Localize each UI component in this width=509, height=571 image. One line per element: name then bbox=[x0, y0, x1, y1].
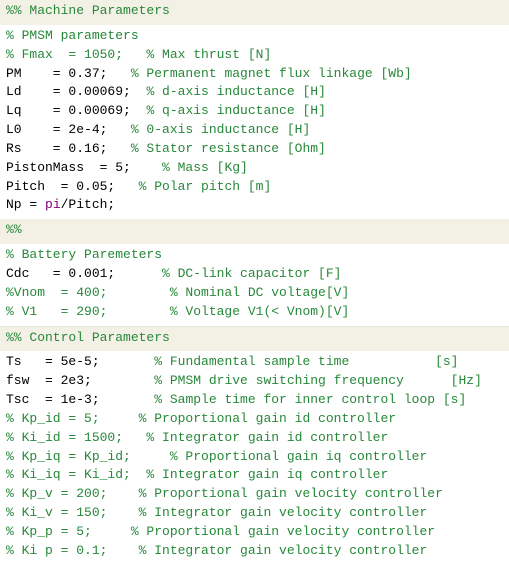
code-line: Ld = 0.00069; % d-axis inductance [H] bbox=[6, 83, 503, 102]
section-body-control: Ts = 5e-5; % Fundamental sample time [s]… bbox=[0, 351, 509, 564]
comment-line: % Ki p = 0.1; % Integrator gain velocity… bbox=[6, 542, 503, 561]
code-span: Rs = 0.16; bbox=[6, 141, 131, 156]
comment-line: % Ki_id = 1500; % Integrator gain id con… bbox=[6, 429, 503, 448]
code-line: Rs = 0.16; % Stator resistance [Ohm] bbox=[6, 140, 503, 159]
comment-span: % Mass [Kg] bbox=[162, 160, 248, 175]
comment-line: % PMSM parameters bbox=[6, 27, 503, 46]
comment-span: % DC-link capacitor [F] bbox=[162, 266, 341, 281]
code-line: Ts = 5e-5; % Fundamental sample time [s] bbox=[6, 353, 503, 372]
code-span: fsw = 2e3; bbox=[6, 373, 154, 388]
code-line: Tsc = 1e-3; % Sample time for inner cont… bbox=[6, 391, 503, 410]
comment-span: % Fundamental sample time [s] bbox=[154, 354, 458, 369]
comment-span: % q-axis inductance [H] bbox=[146, 103, 325, 118]
comment-span: % 0-axis inductance [H] bbox=[131, 122, 310, 137]
comment-line: % V1 = 290; % Voltage V1(< Vnom)[V] bbox=[6, 303, 503, 322]
code-span: Cdc = 0.001; bbox=[6, 266, 162, 281]
code-span: Np = bbox=[6, 197, 45, 212]
code-span: Tsc = 1e-3; bbox=[6, 392, 154, 407]
comment-line: % Kp_v = 200; % Proportional gain veloci… bbox=[6, 485, 503, 504]
code-span: Ts = 5e-5; bbox=[6, 354, 154, 369]
section-title: %% bbox=[6, 222, 22, 237]
comment-line: %Vnom = 400; % Nominal DC voltage[V] bbox=[6, 284, 503, 303]
code-line: fsw = 2e3; % PMSM drive switching freque… bbox=[6, 372, 503, 391]
comment-line: % Fmax = 1050; % Max thrust [N] bbox=[6, 46, 503, 65]
comment-line: % Battery Paremeters bbox=[6, 246, 503, 265]
section-title: %% Control Parameters bbox=[6, 330, 170, 345]
code-span: Pitch = 0.05; bbox=[6, 179, 139, 194]
code-line-np: Np = pi/Pitch; bbox=[6, 196, 503, 215]
comment-line: % Kp_id = 5; % Proportional gain id cont… bbox=[6, 410, 503, 429]
comment-span: % d-axis inductance [H] bbox=[146, 84, 325, 99]
comment-span: % Stator resistance [Ohm] bbox=[131, 141, 326, 156]
code-span: Lq = 0.00069; bbox=[6, 103, 146, 118]
code-line: PistonMass = 5; % Mass [Kg] bbox=[6, 159, 503, 178]
comment-span: % Permanent magnet flux linkage [Wb] bbox=[131, 66, 412, 81]
code-line: Cdc = 0.001; % DC-link capacitor [F] bbox=[6, 265, 503, 284]
code-span: L0 = 2e-4; bbox=[6, 122, 131, 137]
section-body-battery: % Battery ParemetersCdc = 0.001; % DC-li… bbox=[0, 244, 509, 325]
section-header-control: %% Control Parameters bbox=[0, 327, 509, 352]
comment-line: % Ki_v = 150; % Integrator gain velocity… bbox=[6, 504, 503, 523]
keyword-span: pi bbox=[45, 197, 61, 212]
comment-line: % Ki_iq = Ki_id; % Integrator gain iq co… bbox=[6, 466, 503, 485]
code-span: PM = 0.37; bbox=[6, 66, 131, 81]
comment-span: % Sample time for inner control loop [s] bbox=[154, 392, 466, 407]
code-line: L0 = 2e-4; % 0-axis inductance [H] bbox=[6, 121, 503, 140]
comment-span: % Polar pitch [m] bbox=[139, 179, 272, 194]
code-span: PistonMass = 5; bbox=[6, 160, 162, 175]
section-title: %% Machine Parameters bbox=[6, 3, 170, 18]
comment-span: % PMSM drive switching frequency [Hz] bbox=[154, 373, 482, 388]
section-body-machine: % PMSM parameters% Fmax = 1050; % Max th… bbox=[0, 25, 509, 219]
code-line: Lq = 0.00069; % q-axis inductance [H] bbox=[6, 102, 503, 121]
section-header-blank: %% bbox=[0, 219, 509, 244]
section-header-machine: %% Machine Parameters bbox=[0, 0, 509, 25]
comment-line: % Kp_p = 5; % Proportional gain velocity… bbox=[6, 523, 503, 542]
code-line: Pitch = 0.05; % Polar pitch [m] bbox=[6, 178, 503, 197]
code-span: Ld = 0.00069; bbox=[6, 84, 146, 99]
code-line: PM = 0.37; % Permanent magnet flux linka… bbox=[6, 65, 503, 84]
comment-line: % Kp_iq = Kp_id; % Proportional gain iq … bbox=[6, 448, 503, 467]
code-span: /Pitch; bbox=[61, 197, 116, 212]
